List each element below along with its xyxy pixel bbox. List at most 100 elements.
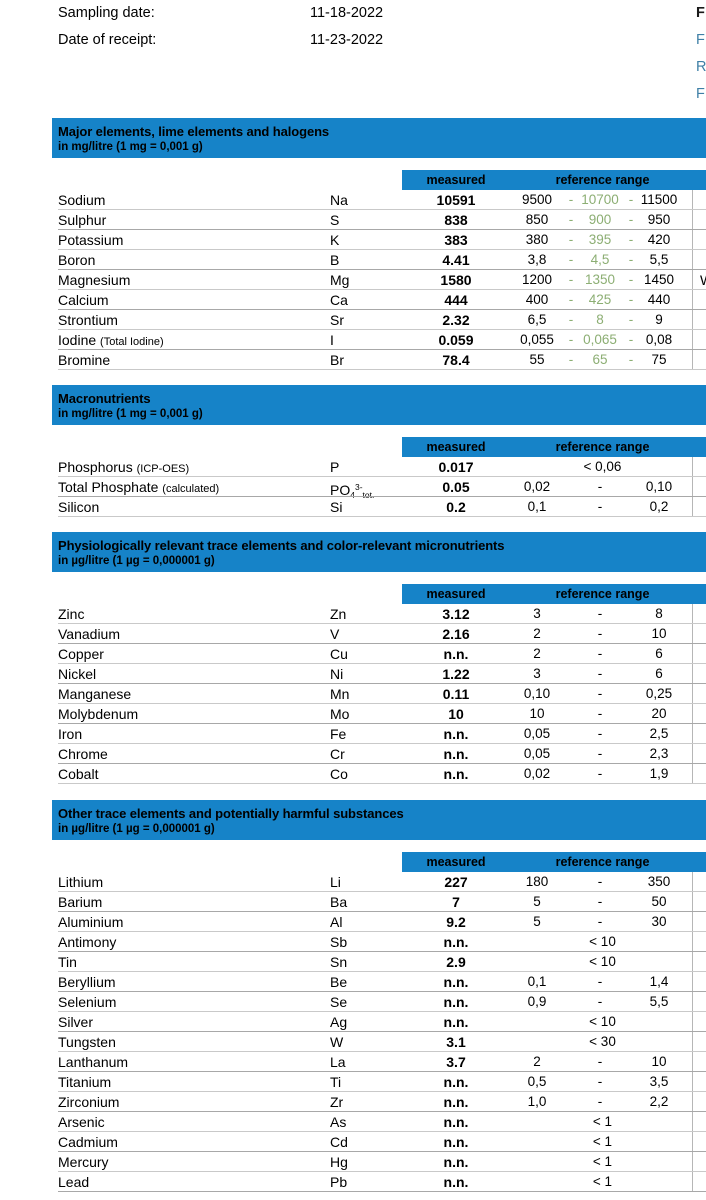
meta-value: 11-18-2022 [310,5,384,21]
section-unit: in µg/litre (1 µg = 0,000001 g) [58,823,215,835]
reference-limit: < 1 [592,1114,613,1129]
analyte-name-main: Antimony [58,934,117,950]
reference-low: 0,5 [527,1074,547,1089]
column-header-bar: measured reference range [402,584,706,604]
row-right-divider [692,664,693,684]
table-row: Potassium K 383 380-395-420 [0,230,706,250]
analyte-name: Cobalt [58,764,98,784]
table-row: Zirconium Zr n.n. 1,0 - 2,2 [0,1092,706,1112]
table-row: Phosphorus (ICP-OES) P 0.017 < 0,06 [0,457,706,477]
row-edge-mark: W [700,270,706,290]
reference-limit: < 30 [589,1034,616,1049]
edge-link[interactable]: F [696,81,706,108]
row-right-divider [692,250,693,270]
reference-limit: < 0,06 [583,459,622,474]
reference-high: 20 [651,706,667,721]
element-symbol: W [330,1034,344,1050]
element-symbol: Mn [330,686,350,702]
section-rows: Sodium Na 10591 9500-10700-11500 Sulphur S 838… [0,190,706,370]
analyte-name: Beryllium [58,972,116,992]
analyte-name: Silver [58,1012,93,1032]
analyte-name-main: Mercury [58,1154,109,1170]
element-symbol: Fe [330,726,347,742]
analyte-name: Arsenic [58,1112,105,1132]
element-symbol: Co [330,766,348,782]
measured-value: 0.2 [446,499,466,515]
reference-high: 440 [647,292,671,307]
meta-row: Date of receipt: 11-23-2022 [58,27,658,54]
reference-low: 3 [533,606,541,621]
analyte-name: Tungsten [58,1032,116,1052]
element-symbol: K [330,232,340,248]
analyte-name: Iron [58,724,82,744]
analyte-name: Lead [58,1172,89,1192]
reference-dash: - [597,994,603,1009]
table-row: Tin Sn 2.9 < 10 [0,952,706,972]
measured-value: n.n. [443,1134,469,1150]
element-symbol: I [330,332,334,348]
analyte-name: Tin [58,952,77,972]
section-rows: Phosphorus (ICP-OES) P 0.017 < 0,06 Total Ph… [0,457,706,517]
reference-low: 9500 [521,192,553,207]
meta-label: Date of receipt: [58,32,157,48]
analyte-name: Cadmium [58,1132,118,1152]
element-symbol: Zn [330,606,347,622]
element-symbol: Ba [330,894,348,910]
analyte-name-main: Barium [58,894,103,910]
analyte-name: Zirconium [58,1092,119,1112]
section-unit: in mg/litre (1 mg = 0,001 g) [58,141,203,153]
element-symbol: As [330,1114,347,1130]
row-right-divider [692,604,693,624]
analyte-name-main: Boron [58,252,96,268]
column-header-reference-range: reference range [555,173,650,187]
reference-low: 0,1 [527,499,547,514]
element-symbol: Cd [330,1134,348,1150]
table-row: Chrome Cr n.n. 0,05 - 2,3 [0,744,706,764]
table-row: Zinc Zn 3.12 3 - 8 [0,604,706,624]
edge-cutoff-links: FFRF [696,0,706,108]
reference-dash: - [597,1074,603,1089]
element-symbol: Br [330,352,344,368]
edge-link[interactable]: R [696,54,706,81]
row-right-divider [692,1072,693,1092]
row-separator [58,1191,706,1192]
edge-link[interactable]: F [696,27,706,54]
row-right-divider [692,1112,693,1132]
reference-limit: < 1 [592,1134,613,1149]
column-header-measured: measured [426,855,486,869]
table-row: Arsenic As n.n. < 1 [0,1112,706,1132]
section-title: Macronutrients [58,391,151,406]
reference-limit: < 10 [589,1014,616,1029]
reference-low: 0,02 [523,479,551,494]
section-unit: in mg/litre (1 mg = 0,001 g) [58,408,203,420]
element-symbol: Li [330,874,341,890]
measured-value: 4.41 [442,252,470,268]
table-row: Copper Cu n.n. 2 - 6 [0,644,706,664]
analyte-name-main: Lanthanum [58,1054,129,1070]
reference-high: 8 [655,606,663,621]
measured-value: n.n. [443,1154,469,1170]
row-right-divider [692,230,693,250]
section-unit: in µg/litre (1 µg = 0,000001 g) [58,555,215,567]
measured-value: n.n. [443,746,469,762]
reference-high: 5,5 [649,252,669,267]
table-row: MagnesiumMg15801200-1350-1450W [0,270,706,290]
element-symbol: Ti [330,1074,342,1090]
measured-value: 0.017 [438,459,474,475]
row-separator [58,783,706,784]
reference-high: 1,9 [649,766,669,781]
measured-value: 1.22 [442,666,470,682]
analyte-name: Boron [58,250,95,270]
element-symbol: Mg [330,272,350,288]
reference-high: 2,3 [649,746,669,761]
column-header-measured: measured [426,587,486,601]
table-row: Sulphur S 838 850-900-950 [0,210,706,230]
measured-value: n.n. [443,974,469,990]
reference-low: 180 [525,874,549,889]
row-right-divider [692,270,693,290]
measured-value: 7 [452,894,460,910]
measured-value: 3.7 [446,1054,466,1070]
analyte-name: Calcium [58,290,109,310]
row-separator [58,516,706,517]
table-row: Barium Ba 7 5 - 50 [0,892,706,912]
